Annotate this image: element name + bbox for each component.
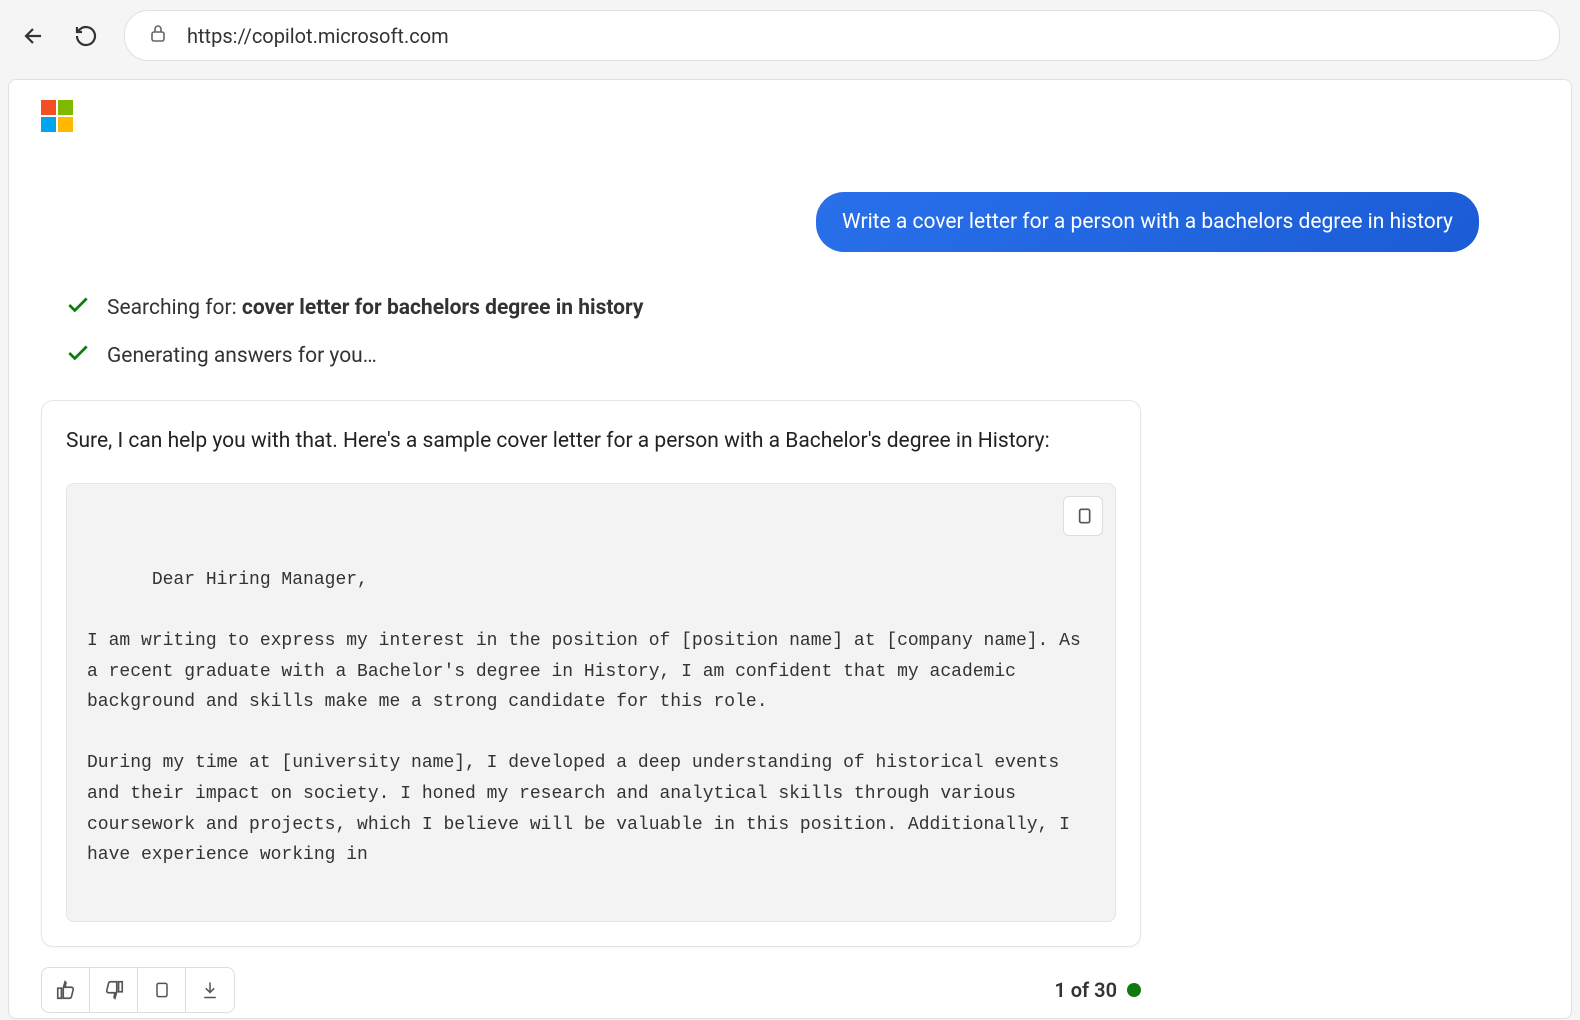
copy-button[interactable] xyxy=(1063,496,1103,536)
thumbs-down-button[interactable] xyxy=(90,968,138,1012)
thumbs-up-button[interactable] xyxy=(42,968,90,1012)
copy-response-button[interactable] xyxy=(138,968,186,1012)
lock-icon xyxy=(149,23,167,48)
generating-status-text: Generating answers for you… xyxy=(107,344,377,368)
user-message-row: Write a cover letter for a person with a… xyxy=(41,192,1479,252)
feedback-bar: 1 of 30 xyxy=(41,967,1141,1013)
back-button[interactable] xyxy=(20,22,48,50)
status-dot-icon xyxy=(1127,983,1141,997)
main-content: Write a cover letter for a person with a… xyxy=(8,79,1572,1019)
browser-toolbar: https://copilot.microsoft.com xyxy=(0,0,1580,71)
response-counter: 1 of 30 xyxy=(1054,978,1141,1002)
download-button[interactable] xyxy=(186,968,234,1012)
response-intro-text: Sure, I can help you with that. Here's a… xyxy=(66,425,1116,459)
search-status-text: Searching for: cover letter for bachelor… xyxy=(107,296,643,320)
user-message-bubble: Write a cover letter for a person with a… xyxy=(816,192,1479,252)
microsoft-logo[interactable] xyxy=(41,100,73,132)
cover-letter-code-block: Dear Hiring Manager, I am writing to exp… xyxy=(66,483,1116,923)
assistant-response-card: Sure, I can help you with that. Here's a… xyxy=(41,400,1141,947)
url-text: https://copilot.microsoft.com xyxy=(187,24,449,48)
counter-text: 1 of 30 xyxy=(1054,978,1117,1002)
generating-status: Generating answers for you… xyxy=(65,340,1539,372)
cover-letter-text: Dear Hiring Manager, I am writing to exp… xyxy=(87,570,1092,865)
feedback-button-group xyxy=(41,967,235,1013)
refresh-button[interactable] xyxy=(72,22,100,50)
search-status: Searching for: cover letter for bachelor… xyxy=(65,292,1539,324)
check-icon xyxy=(65,340,91,372)
address-bar[interactable]: https://copilot.microsoft.com xyxy=(124,10,1560,61)
check-icon xyxy=(65,292,91,324)
